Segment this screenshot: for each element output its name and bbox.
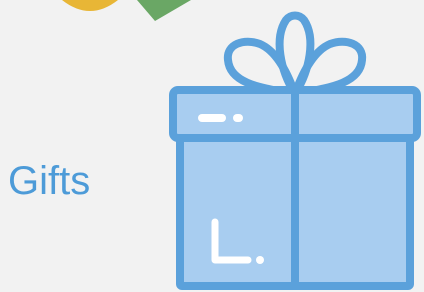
gift-icon [169,11,421,290]
gifts-label: Gifts [8,159,91,203]
yellow-circle-fragment [62,0,118,11]
gift-highlight-dash-short [233,114,243,122]
bow-center-loop [275,11,315,98]
gift-highlight-dot [256,256,264,264]
gift-highlight-dash-long [198,114,226,122]
